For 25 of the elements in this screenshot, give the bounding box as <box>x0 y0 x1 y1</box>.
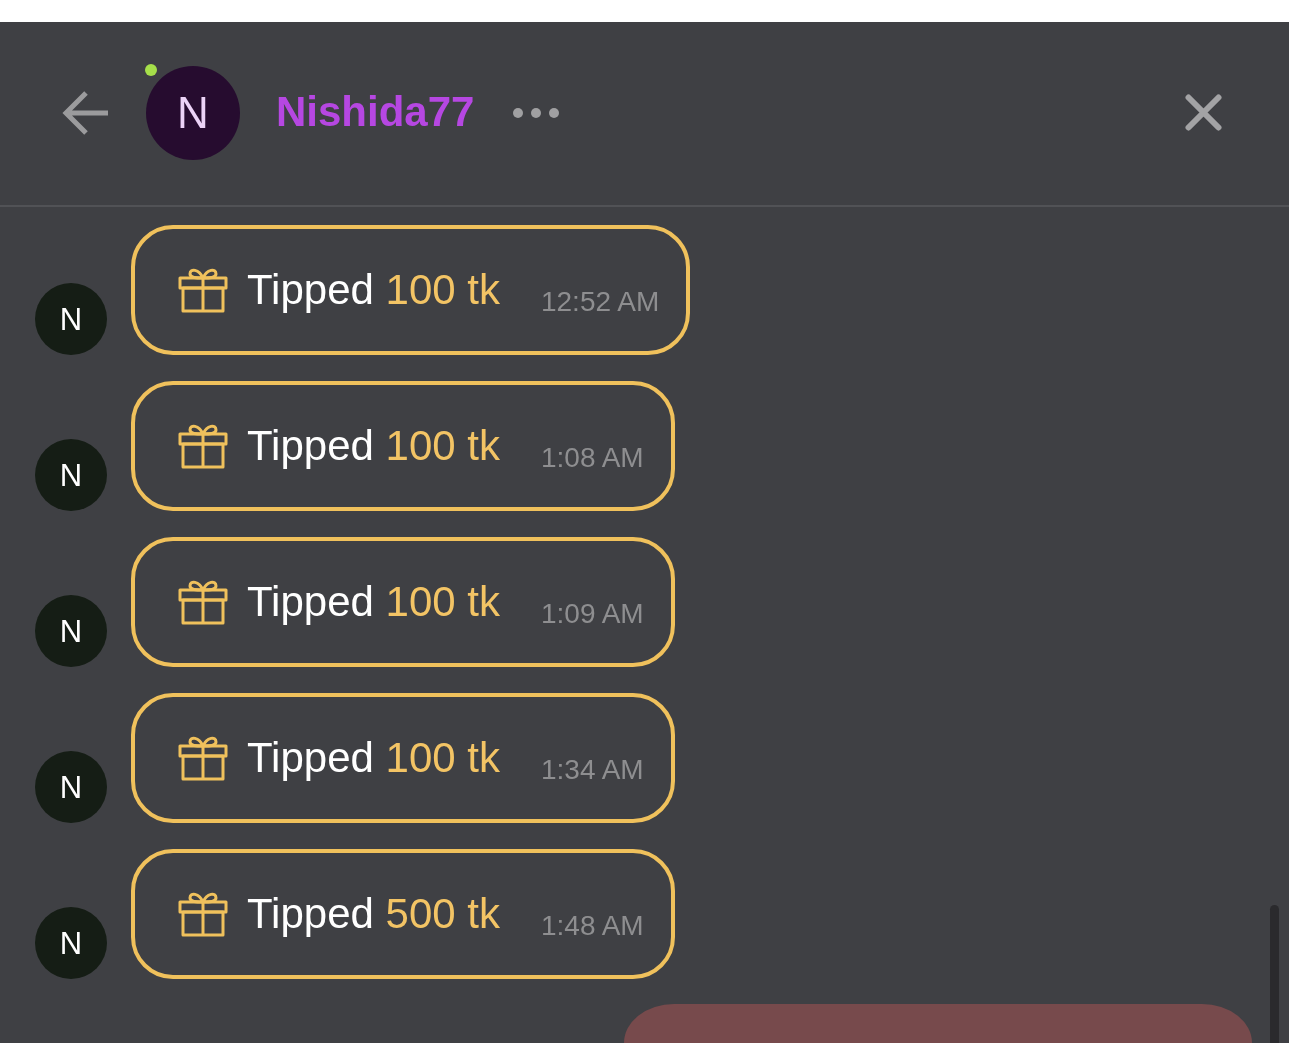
sender-avatar[interactable]: N <box>35 751 107 823</box>
sender-avatar[interactable]: N <box>35 907 107 979</box>
message-time: 1:48 AM <box>540 909 644 943</box>
more-options-icon[interactable] <box>513 107 560 118</box>
close-icon[interactable] <box>1185 94 1222 131</box>
gift-icon <box>178 423 228 469</box>
sender-avatar[interactable]: N <box>35 283 107 355</box>
gift-icon <box>178 891 228 937</box>
sender-avatar[interactable]: N <box>35 439 107 511</box>
tip-message-text: Tipped 100 tk <box>247 733 500 783</box>
message-time: 1:08 AM <box>540 441 644 475</box>
back-arrow-icon[interactable] <box>62 89 110 136</box>
tip-message-text: Tipped 500 tk <box>247 889 500 939</box>
tip-message-text: Tipped 100 tk <box>247 265 500 315</box>
gift-icon <box>178 579 228 625</box>
tip-message-text: Tipped 100 tk <box>247 421 500 471</box>
user-avatar[interactable]: N <box>146 65 240 160</box>
message-time: 1:34 AM <box>540 753 644 787</box>
gift-icon <box>178 735 228 781</box>
gift-icon <box>178 267 228 313</box>
scrollbar-thumb[interactable] <box>1270 905 1279 1043</box>
message-time: 12:52 AM <box>540 285 660 319</box>
sender-avatar[interactable]: N <box>35 595 107 667</box>
message-time: 1:09 AM <box>540 597 644 631</box>
tip-message-text: Tipped 100 tk <box>247 577 500 627</box>
